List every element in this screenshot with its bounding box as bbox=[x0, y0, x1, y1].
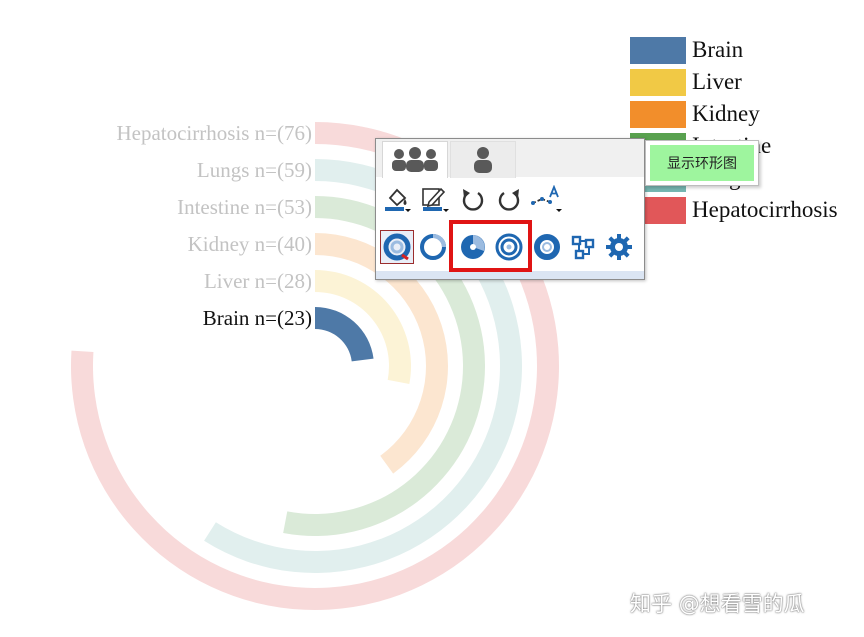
stroke-color-icon bbox=[422, 187, 449, 212]
series-label: Liver n=(28) bbox=[204, 269, 312, 293]
person-icon bbox=[474, 147, 492, 173]
legend-item: Brain bbox=[630, 34, 838, 66]
tooltip: 显示环形图 bbox=[645, 140, 759, 186]
layout-icon bbox=[571, 235, 595, 260]
tooltip-text: 显示环形图 bbox=[650, 145, 754, 181]
rotate-left-button[interactable] bbox=[458, 185, 488, 215]
series-label: Intestine n=(53) bbox=[177, 195, 312, 219]
legend-label: Kidney bbox=[692, 101, 760, 126]
donut-button[interactable] bbox=[532, 232, 562, 262]
series-label: Kidney n=(40) bbox=[188, 232, 312, 256]
label-style-icon bbox=[531, 185, 562, 212]
group-icon bbox=[392, 147, 438, 172]
radial-bar-brain bbox=[315, 307, 374, 362]
pie-icon bbox=[461, 235, 485, 259]
label-style-button[interactable] bbox=[530, 185, 566, 215]
settings-button[interactable] bbox=[604, 232, 634, 262]
settings-icon bbox=[606, 234, 632, 260]
legend-swatch bbox=[630, 100, 686, 128]
legend-swatch bbox=[630, 36, 686, 64]
series-label: Lungs n=(59) bbox=[197, 158, 312, 182]
legend-label: Hepatocirrhosis bbox=[692, 197, 838, 222]
fill-color-button[interactable] bbox=[382, 185, 412, 215]
rotate-right-button[interactable] bbox=[494, 185, 524, 215]
series-label: Hepatocirrhosis n=(76) bbox=[116, 121, 312, 145]
toolbar-footer bbox=[376, 271, 644, 279]
legend-label: Liver bbox=[692, 69, 742, 94]
ring-button[interactable] bbox=[418, 232, 448, 262]
tab-group[interactable] bbox=[382, 141, 448, 178]
toolbar-tab-strip bbox=[376, 139, 644, 178]
radial-bar-button[interactable] bbox=[380, 230, 414, 264]
rotate-left-icon bbox=[462, 189, 484, 211]
chart-toolbar bbox=[375, 138, 645, 280]
stroke-color-button[interactable] bbox=[420, 185, 450, 215]
ring-icon bbox=[420, 234, 446, 260]
radial-bar-icon bbox=[383, 233, 411, 261]
tab-single[interactable] bbox=[450, 141, 516, 178]
pie-button[interactable] bbox=[458, 232, 488, 262]
legend-label: Brain bbox=[692, 37, 744, 62]
legend-item: Hepatocirrhosis bbox=[630, 194, 838, 226]
fill-color-icon bbox=[385, 188, 411, 212]
legend-swatch bbox=[630, 68, 686, 96]
watermark: 知乎 @想看雪的瓜 bbox=[630, 592, 805, 616]
series-label: Brain n=(23) bbox=[203, 306, 312, 330]
legend-item: Kidney bbox=[630, 98, 838, 130]
legend: BrainLiverKidneyIntestineLungsHepatocirr… bbox=[630, 34, 838, 226]
donut-icon bbox=[534, 234, 560, 260]
concentric-ring-button[interactable] bbox=[494, 232, 524, 262]
concentric-ring-icon bbox=[495, 233, 523, 261]
layout-button[interactable] bbox=[568, 232, 598, 262]
legend-item: Liver bbox=[630, 66, 838, 98]
rotate-right-icon bbox=[498, 189, 520, 211]
